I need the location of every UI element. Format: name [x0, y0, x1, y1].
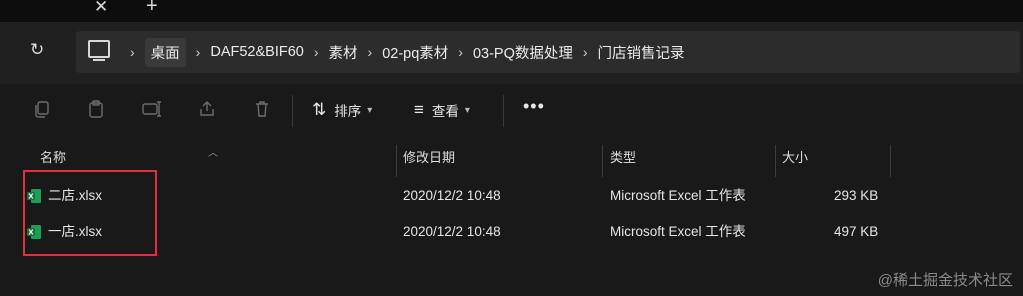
- navigation-bar: ↻ › 桌面 › DAF52&BIF60 › 素材 › 02-pq素材 › 03…: [0, 22, 1023, 91]
- toolbar-divider: [503, 95, 504, 127]
- file-modified: 2020/12/2 10:48: [403, 224, 501, 239]
- command-bar: ⇅ 排序 ▾ ≡ 查看 ▾ •••: [0, 84, 1023, 139]
- breadcrumb-store-sales[interactable]: 门店销售记录: [598, 38, 685, 67]
- column-divider[interactable]: [890, 145, 891, 177]
- file-type: Microsoft Excel 工作表: [610, 224, 746, 239]
- file-list: ︿ 名称 修改日期 类型 大小 X 二店.xlsx 2020/12/2 10:4…: [20, 139, 1023, 296]
- breadcrumb-separator[interactable]: ›: [130, 44, 135, 60]
- file-row[interactable]: X 二店.xlsx 2020/12/2 10:48 Microsoft Exce…: [20, 178, 1023, 214]
- new-tab-icon[interactable]: +: [146, 0, 158, 18]
- chevron-down-icon: ▾: [464, 104, 470, 116]
- file-size: 497 KB: [834, 224, 879, 239]
- view-label: 查看: [431, 104, 459, 119]
- breadcrumb-separator[interactable]: ›: [314, 44, 319, 60]
- watermark: @稀土掘金技术社区: [877, 272, 1013, 289]
- paste-icon[interactable]: [86, 99, 106, 123]
- address-bar[interactable]: › 桌面 › DAF52&BIF60 › 素材 › 02-pq素材 › 03-P…: [76, 31, 1020, 73]
- breadcrumb-daf52-bif60[interactable]: DAF52&BIF60: [210, 40, 304, 64]
- column-header-size[interactable]: 大小: [782, 145, 808, 171]
- breadcrumb-02-pq[interactable]: 02-pq素材: [382, 38, 448, 67]
- breadcrumb-separator[interactable]: ›: [368, 44, 373, 60]
- more-options-button[interactable]: •••: [523, 96, 545, 117]
- rename-icon[interactable]: [141, 99, 163, 123]
- copy-icon[interactable]: [32, 99, 52, 123]
- file-type: Microsoft Excel 工作表: [610, 188, 746, 203]
- sort-label: 排序: [334, 104, 362, 119]
- file-row[interactable]: X 一店.xlsx 2020/12/2 10:48 Microsoft Exce…: [20, 214, 1023, 250]
- column-divider[interactable]: [775, 145, 776, 177]
- highlight-box: [23, 170, 157, 256]
- column-header-row: ︿ 名称 修改日期 类型 大小: [20, 145, 1023, 177]
- column-header-modified[interactable]: 修改日期: [403, 145, 455, 171]
- view-button[interactable]: ≡ 查看 ▾: [414, 100, 470, 120]
- file-modified: 2020/12/2 10:48: [403, 188, 501, 203]
- column-header-name[interactable]: 名称: [40, 145, 66, 171]
- breadcrumb-03-pq[interactable]: 03-PQ数据处理: [473, 38, 573, 67]
- breadcrumb-separator[interactable]: ›: [196, 44, 201, 60]
- computer-icon[interactable]: [88, 40, 110, 61]
- sort-button[interactable]: ⇅ 排序 ▾: [312, 100, 372, 120]
- view-icon: ≡: [414, 100, 424, 119]
- breadcrumb-separator[interactable]: ›: [458, 44, 463, 60]
- tab-strip: ✕ +: [0, 0, 1023, 22]
- column-divider[interactable]: [396, 145, 397, 177]
- breadcrumb-separator[interactable]: ›: [583, 44, 588, 60]
- file-size: 293 KB: [834, 188, 879, 203]
- sort-indicator-icon: ︿: [208, 148, 218, 159]
- column-header-type[interactable]: 类型: [610, 145, 636, 171]
- chevron-down-icon: ▾: [367, 104, 373, 116]
- breadcrumb-desktop[interactable]: 桌面: [144, 37, 186, 67]
- refresh-icon[interactable]: ↻: [30, 40, 44, 60]
- share-icon[interactable]: [197, 99, 217, 123]
- delete-icon[interactable]: [252, 99, 272, 123]
- breadcrumb-material[interactable]: 素材: [329, 38, 358, 67]
- sort-icon: ⇅: [312, 100, 327, 119]
- column-divider[interactable]: [602, 145, 603, 177]
- close-tab-icon[interactable]: ✕: [94, 0, 108, 17]
- breadcrumb: › 桌面 › DAF52&BIF60 › 素材 › 02-pq素材 › 03-P…: [120, 31, 685, 73]
- toolbar-divider: [292, 95, 293, 127]
